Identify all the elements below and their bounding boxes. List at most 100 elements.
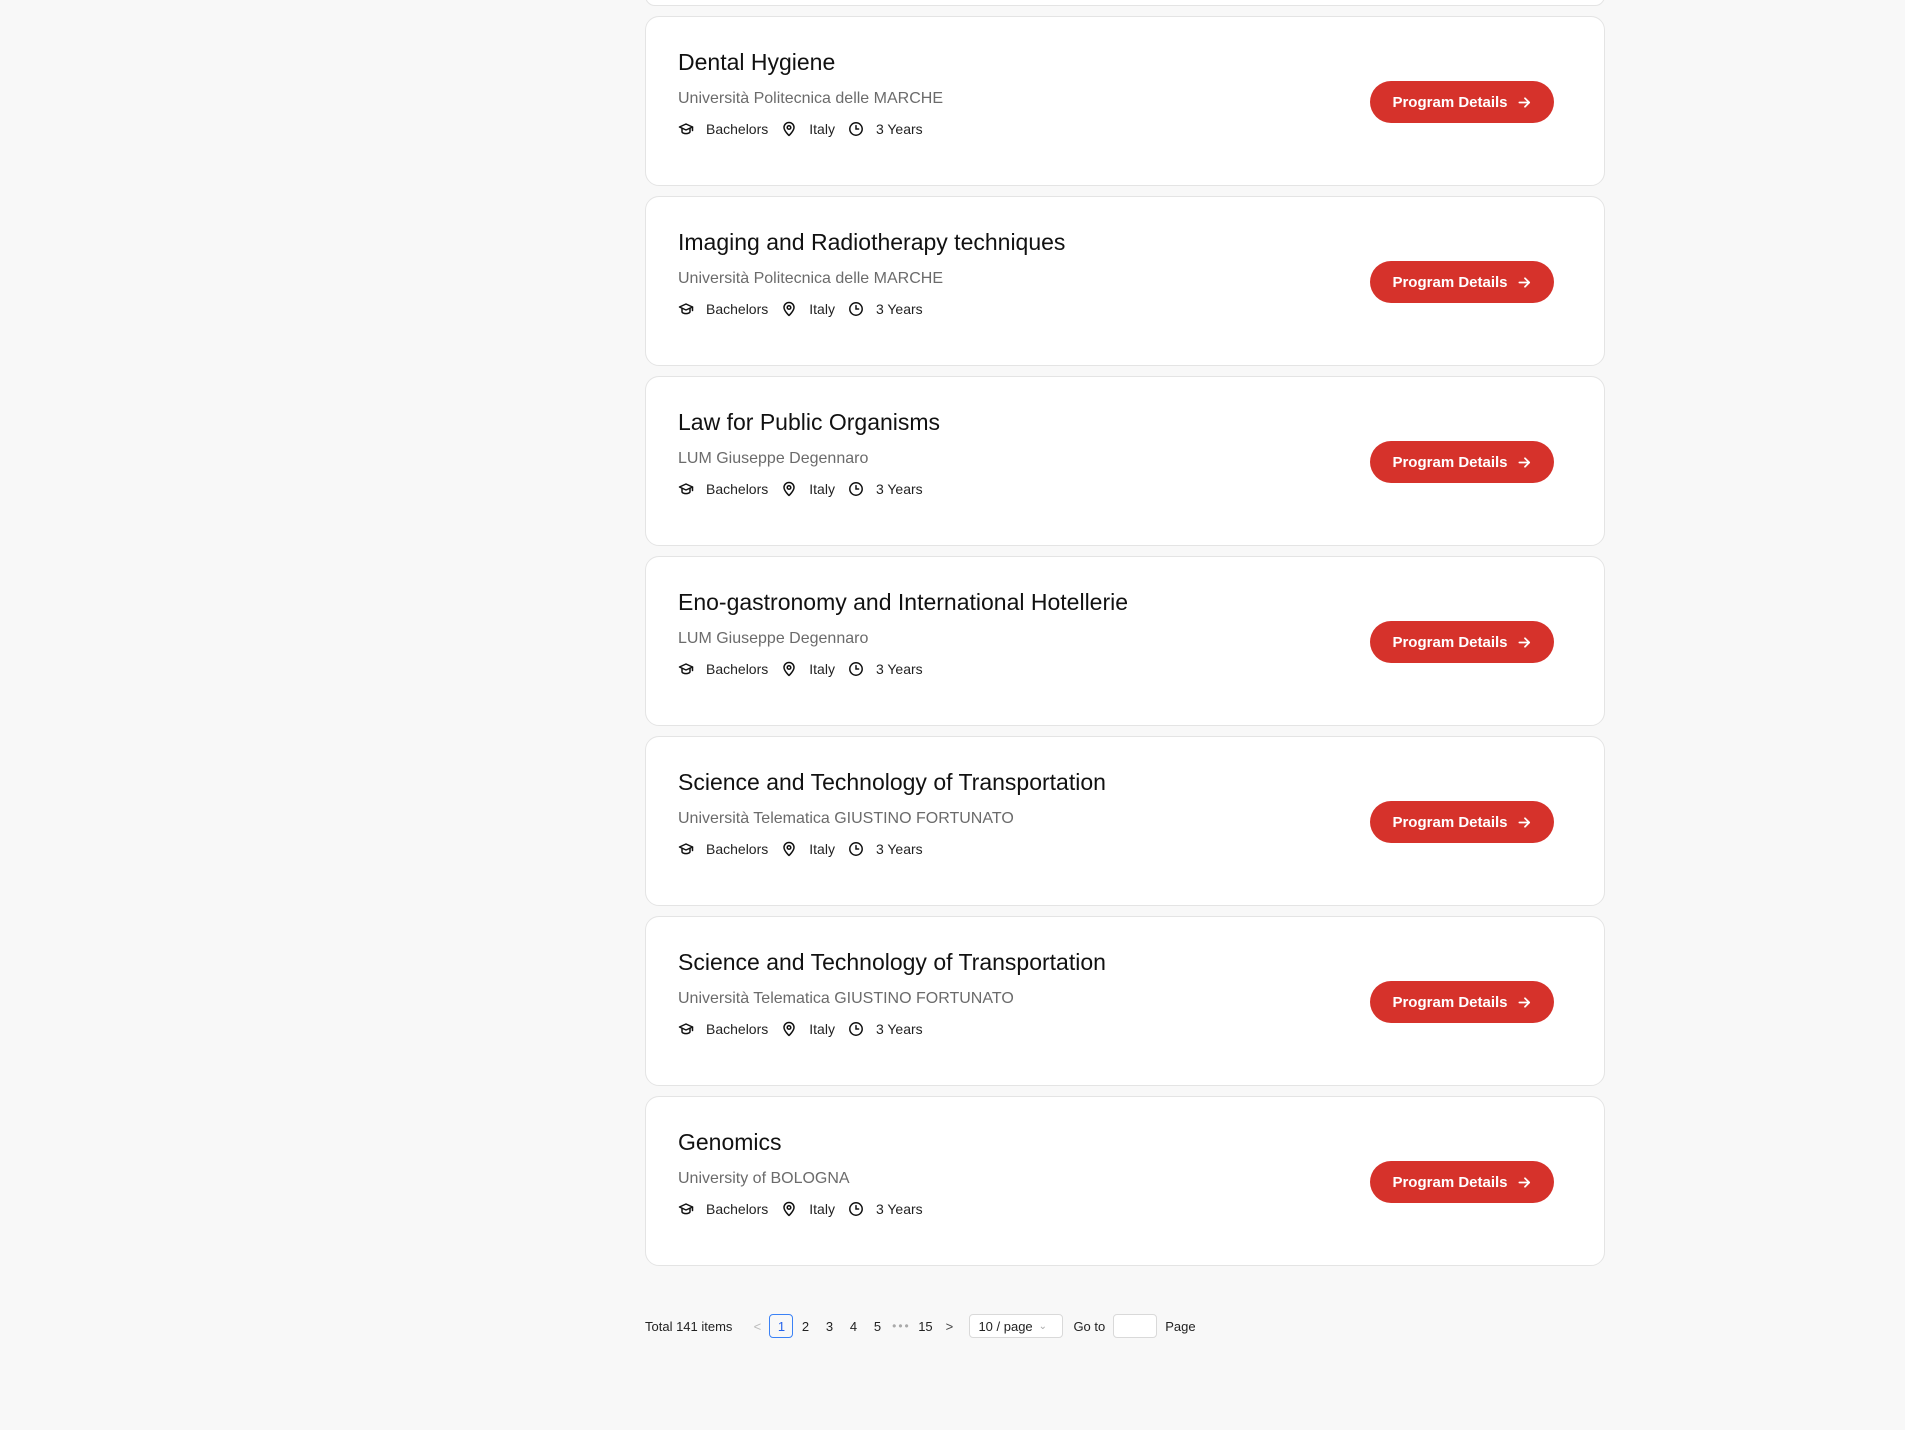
program-level: Bachelors — [706, 121, 769, 137]
graduation-cap-icon — [678, 1201, 694, 1217]
next-page-button[interactable]: > — [937, 1314, 961, 1338]
program-duration: 3 Years — [875, 841, 923, 857]
program-details-label: Program Details — [1392, 1173, 1508, 1191]
program-meta: Bachelors Italy 3 Years — [678, 1201, 936, 1217]
program-details-button[interactable]: Program Details — [1370, 441, 1554, 483]
map-pin-icon — [781, 661, 797, 677]
program-meta: Bachelors Italy 3 Years — [678, 301, 936, 317]
program-card: Law for Public Organisms LUM Giuseppe De… — [645, 376, 1605, 546]
goto-label: Go to — [1073, 1318, 1106, 1334]
program-details-label: Program Details — [1392, 813, 1508, 831]
program-details-label: Program Details — [1392, 273, 1508, 291]
prev-page-button[interactable]: < — [745, 1314, 769, 1338]
program-duration: 3 Years — [875, 481, 923, 497]
clock-icon — [848, 301, 864, 317]
program-title: Science and Technology of Transportation — [678, 769, 1106, 795]
program-university: LUM Giuseppe Degennaro — [678, 630, 869, 647]
graduation-cap-icon — [678, 661, 694, 677]
program-university: Università Telematica GIUSTINO FORTUNATO — [678, 810, 1014, 827]
program-details-button[interactable]: Program Details — [1370, 261, 1554, 303]
program-title: Law for Public Organisms — [678, 409, 941, 435]
program-details-button[interactable]: Program Details — [1370, 1161, 1554, 1203]
program-level: Bachelors — [706, 661, 769, 677]
program-meta: Bachelors Italy 3 Years — [678, 841, 936, 857]
arrow-right-icon — [1517, 275, 1532, 290]
program-level: Bachelors — [706, 481, 769, 497]
clock-icon — [848, 481, 864, 497]
program-country: Italy — [809, 481, 835, 497]
previous-card-edge — [645, 0, 1605, 6]
program-card: Genomics University of BOLOGNA Bachelors… — [645, 1096, 1605, 1266]
program-card: Science and Technology of Transportation… — [645, 736, 1605, 906]
jump-next-pages[interactable]: ••• — [889, 1314, 913, 1338]
graduation-cap-icon — [678, 121, 694, 137]
arrow-right-icon — [1517, 1175, 1532, 1190]
arrow-right-icon — [1517, 995, 1532, 1010]
program-university: University of BOLOGNA — [678, 1170, 850, 1187]
map-pin-icon — [781, 841, 797, 857]
pagination: Total 141 items < 1 2 3 4 5 ••• 15 > 10 … — [645, 1314, 1196, 1338]
program-level: Bachelors — [706, 1201, 769, 1217]
program-card: Dental Hygiene Università Politecnica de… — [645, 16, 1605, 186]
clock-icon — [848, 1021, 864, 1037]
program-meta: Bachelors Italy 3 Years — [678, 661, 936, 677]
program-meta: Bachelors Italy 3 Years — [678, 481, 936, 497]
program-country: Italy — [809, 661, 835, 677]
program-title: Dental Hygiene — [678, 49, 836, 75]
page-2[interactable]: 2 — [793, 1314, 817, 1338]
page-3[interactable]: 3 — [817, 1314, 841, 1338]
program-details-button[interactable]: Program Details — [1370, 621, 1554, 663]
clock-icon — [848, 121, 864, 137]
program-university: Università Telematica GIUSTINO FORTUNATO — [678, 990, 1014, 1007]
clock-icon — [848, 1201, 864, 1217]
program-university: LUM Giuseppe Degennaro — [678, 450, 869, 467]
graduation-cap-icon — [678, 481, 694, 497]
program-country: Italy — [809, 841, 835, 857]
program-duration: 3 Years — [875, 301, 923, 317]
clock-icon — [848, 841, 864, 857]
graduation-cap-icon — [678, 301, 694, 317]
program-title: Genomics — [678, 1129, 782, 1155]
program-country: Italy — [809, 1201, 835, 1217]
program-university: Università Politecnica delle MARCHE — [678, 90, 943, 107]
program-title: Imaging and Radiotherapy techniques — [678, 229, 1066, 255]
graduation-cap-icon — [678, 1021, 694, 1037]
program-university: Università Politecnica delle MARCHE — [678, 270, 943, 287]
page-1[interactable]: 1 — [769, 1314, 794, 1338]
clock-icon — [848, 661, 864, 677]
program-duration: 3 Years — [875, 661, 923, 677]
program-level: Bachelors — [706, 841, 769, 857]
program-country: Italy — [809, 121, 835, 137]
program-duration: 3 Years — [875, 1021, 923, 1037]
program-details-button[interactable]: Program Details — [1370, 81, 1554, 123]
program-details-button[interactable]: Program Details — [1370, 801, 1554, 843]
page-last[interactable]: 15 — [913, 1314, 937, 1338]
program-level: Bachelors — [706, 301, 769, 317]
arrow-right-icon — [1517, 635, 1532, 650]
program-card: Eno-gastronomy and International Hotelle… — [645, 556, 1605, 726]
total-items: Total 141 items — [645, 1318, 733, 1334]
page-size-select[interactable]: 10 / page ⌄ — [969, 1314, 1064, 1338]
program-title: Science and Technology of Transportation — [678, 949, 1106, 975]
program-country: Italy — [809, 301, 835, 317]
arrow-right-icon — [1517, 95, 1532, 110]
program-duration: 3 Years — [875, 1201, 923, 1217]
map-pin-icon — [781, 121, 797, 137]
program-details-label: Program Details — [1392, 93, 1508, 111]
program-title: Eno-gastronomy and International Hotelle… — [678, 589, 1129, 615]
program-details-label: Program Details — [1392, 633, 1508, 651]
chevron-down-icon: ⌄ — [1038, 1320, 1048, 1332]
page-4[interactable]: 4 — [841, 1314, 865, 1338]
program-card: Science and Technology of Transportation… — [645, 916, 1605, 1086]
map-pin-icon — [781, 1201, 797, 1217]
page-5[interactable]: 5 — [865, 1314, 889, 1338]
program-duration: 3 Years — [875, 121, 923, 137]
program-details-button[interactable]: Program Details — [1370, 981, 1554, 1023]
page-size-value: 10 / page — [978, 1318, 1033, 1334]
program-country: Italy — [809, 1021, 835, 1037]
program-details-label: Program Details — [1392, 453, 1508, 471]
goto-page-input[interactable] — [1113, 1314, 1158, 1338]
graduation-cap-icon — [678, 841, 694, 857]
map-pin-icon — [781, 481, 797, 497]
program-meta: Bachelors Italy 3 Years — [678, 1021, 936, 1037]
